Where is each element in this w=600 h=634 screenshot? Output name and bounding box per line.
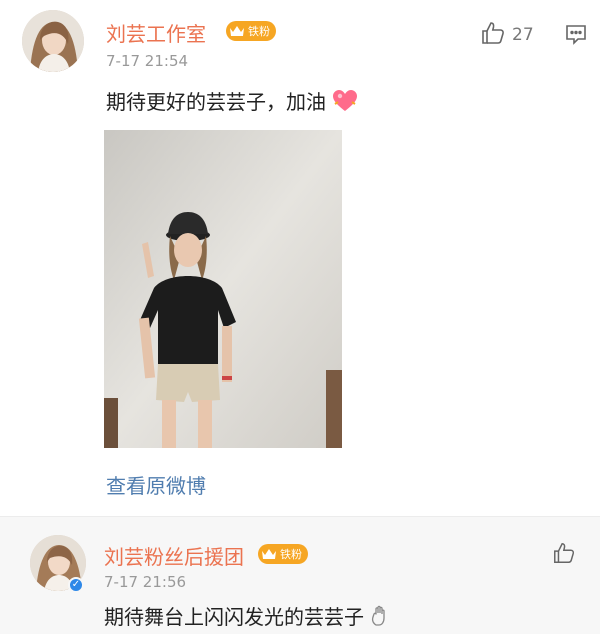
crown-icon	[228, 23, 246, 39]
timestamp: 7-17 21:54	[106, 52, 189, 70]
hand-emoji-icon	[370, 605, 388, 627]
badge-label: 铁粉	[248, 25, 270, 38]
comment-icon	[564, 25, 588, 50]
avatar[interactable]	[22, 10, 84, 72]
like-count: 27	[512, 25, 534, 45]
comment-item: 刘芸工作室 铁粉 7-17 21:54 期待更好的芸芸子，加油 查看原微博 27	[0, 0, 600, 516]
thumbs-up-icon	[480, 20, 506, 50]
fan-badge: 铁粉	[226, 21, 276, 41]
view-original-post-link[interactable]: 查看原微博	[106, 470, 206, 499]
like-button[interactable]	[552, 541, 576, 569]
fan-badge: 铁粉	[258, 544, 308, 564]
comment-text: 期待舞台上闪闪发光的芸芸子	[104, 601, 388, 630]
like-button[interactable]: 27	[480, 20, 534, 50]
verified-icon: ✓	[68, 577, 84, 593]
author-name[interactable]: 刘芸粉丝后援团	[104, 541, 244, 570]
reply-button[interactable]	[564, 22, 588, 50]
comment-item: ✓ 刘芸粉丝后援团 铁粉 7-17 21:56 期待舞台上闪闪发光的芸芸子	[0, 516, 600, 634]
author-name[interactable]: 刘芸工作室	[106, 18, 206, 47]
heart-emoji-icon	[332, 89, 358, 113]
comment-body: 期待舞台上闪闪发光的芸芸子	[104, 605, 364, 629]
comment-text: 期待更好的芸芸子，加油	[106, 86, 358, 115]
timestamp: 7-17 21:56	[104, 573, 187, 591]
badge-label: 铁粉	[280, 548, 302, 561]
comment-body: 期待更好的芸芸子，加油	[106, 90, 326, 114]
crown-icon	[260, 546, 278, 562]
attached-photo[interactable]	[104, 130, 342, 448]
thumbs-up-icon	[552, 541, 576, 569]
